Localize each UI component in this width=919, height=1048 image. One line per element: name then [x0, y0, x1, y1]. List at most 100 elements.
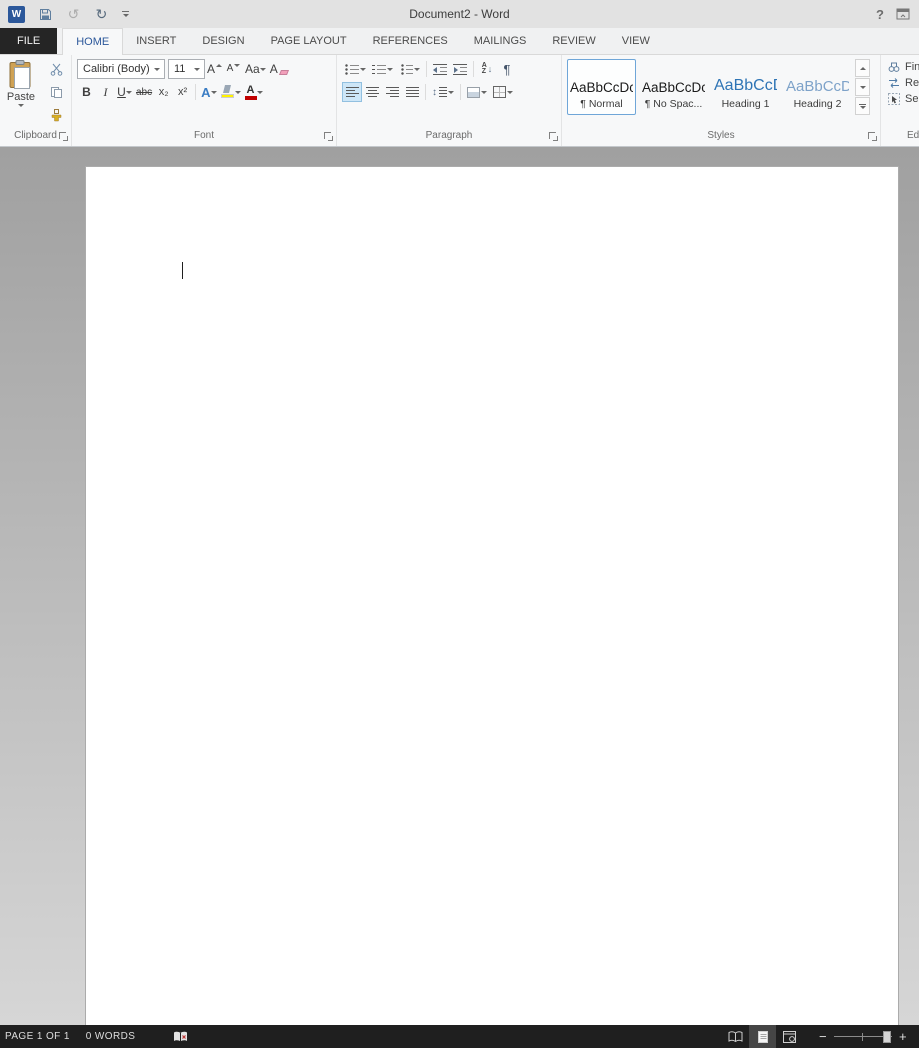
style-name: ¶ No Spac... — [644, 98, 703, 110]
align-center-button[interactable] — [362, 82, 382, 102]
titlebar-controls: ? — [876, 7, 919, 22]
tab-view[interactable]: VIEW — [609, 28, 663, 54]
line-spacing-button[interactable]: ↕ — [429, 82, 457, 102]
style-name: Heading 1 — [721, 98, 770, 110]
borders-button[interactable] — [490, 82, 516, 102]
text-effects-button[interactable]: A — [199, 82, 218, 102]
ribbon-group-paragraph: AZ ↓ ¶ ↕ Paragraph — [337, 55, 562, 146]
replace-button[interactable]: Replace — [888, 77, 919, 89]
tab-design[interactable]: DESIGN — [189, 28, 257, 54]
styles-group-label: Styles — [707, 130, 735, 141]
tab-file[interactable]: FILE — [0, 28, 58, 54]
page-count-label[interactable]: PAGE 1 OF 1 — [0, 1025, 78, 1048]
bullets-button[interactable] — [342, 59, 369, 79]
web-layout-button[interactable] — [776, 1025, 803, 1048]
styles-more-button[interactable] — [855, 97, 870, 115]
font-name-select[interactable]: Calibri (Body) — [77, 59, 165, 79]
increase-icon — [216, 63, 223, 67]
increase-indent-button[interactable] — [450, 59, 470, 79]
scissors-icon — [50, 63, 63, 76]
italic-button[interactable]: I — [96, 82, 115, 102]
style-heading-1[interactable]: AaBbCcD Heading 1 — [711, 59, 780, 115]
tab-page-layout[interactable]: PAGE LAYOUT — [258, 28, 360, 54]
ribbon-display-options-icon[interactable] — [896, 7, 910, 21]
highlight-color-button[interactable] — [219, 82, 243, 102]
align-left-icon — [345, 87, 359, 97]
grow-font-button[interactable]: A — [205, 59, 224, 79]
word-window: Document2 - Word W ↺ ↻ ? FILE HOME INSER… — [0, 0, 919, 1048]
show-formatting-marks-button[interactable]: ¶ — [497, 59, 517, 79]
decrease-icon — [234, 63, 241, 67]
read-mode-icon — [728, 1030, 743, 1042]
ribbon: Paste Clipboard Calibri (Body) 11 A A Aa… — [0, 55, 919, 147]
shrink-font-button[interactable]: A — [224, 59, 243, 79]
format-painter-icon — [51, 108, 62, 121]
paste-button[interactable]: Paste — [0, 55, 42, 129]
align-left-button[interactable] — [342, 82, 362, 102]
divider — [473, 61, 474, 77]
copy-button[interactable] — [47, 84, 67, 100]
tab-references[interactable]: REFERENCES — [360, 28, 461, 54]
chevron-down-icon — [507, 90, 513, 94]
style-normal[interactable]: AaBbCcDc ¶ Normal — [567, 59, 636, 115]
change-case-button[interactable]: Aa — [243, 59, 268, 79]
styles-scroll-down-button[interactable] — [855, 78, 870, 96]
customize-quick-access-button[interactable] — [122, 11, 129, 17]
tab-mailings[interactable]: MAILINGS — [461, 28, 540, 54]
save-button[interactable] — [38, 4, 53, 24]
statusbar-right: − + — [722, 1025, 919, 1048]
font-name-value: Calibri (Body) — [83, 63, 150, 75]
shading-button[interactable] — [464, 82, 490, 102]
help-button[interactable]: ? — [876, 7, 884, 22]
sort-button[interactable]: AZ ↓ — [477, 59, 497, 79]
zoom-slider[interactable] — [834, 1030, 892, 1044]
style-name: Heading 2 — [793, 98, 842, 110]
style-no-spacing[interactable]: AaBbCcDc ¶ No Spac... — [639, 59, 708, 115]
print-layout-button[interactable] — [749, 1025, 776, 1048]
chevron-down-icon — [256, 90, 263, 94]
chevron-down-icon — [151, 67, 162, 71]
read-mode-button[interactable] — [722, 1025, 749, 1048]
font-size-select[interactable]: 11 — [168, 59, 205, 79]
redo-button[interactable]: ↻ — [94, 4, 109, 24]
bold-button[interactable]: B — [77, 82, 96, 102]
proofing-book-icon — [174, 1031, 188, 1041]
style-name: ¶ Normal — [580, 98, 623, 110]
format-painter-button[interactable] — [47, 107, 67, 123]
style-preview: AaBbCcD — [714, 77, 777, 94]
superscript-button[interactable]: x² — [173, 82, 192, 102]
tab-home[interactable]: HOME — [62, 28, 124, 55]
find-button[interactable]: Find — [888, 61, 919, 73]
style-heading-2[interactable]: AaBbCcD Heading 2 — [783, 59, 852, 115]
font-dialog-launcher[interactable] — [324, 132, 333, 141]
divider — [195, 84, 197, 100]
undo-button[interactable]: ↺ — [66, 4, 81, 24]
tab-insert[interactable]: INSERT — [123, 28, 189, 54]
styles-scroll-up-button[interactable] — [855, 59, 870, 77]
styles-dialog-launcher[interactable] — [868, 132, 877, 141]
chevron-down-icon — [122, 14, 129, 17]
select-button[interactable]: Select — [888, 93, 919, 105]
clipboard-dialog-launcher[interactable] — [59, 132, 68, 141]
zoom-in-button[interactable]: + — [899, 1030, 907, 1043]
word-count-label[interactable]: 0 WORDS — [78, 1025, 143, 1048]
tab-review[interactable]: REVIEW — [539, 28, 608, 54]
ribbon-tab-bar: FILE HOME INSERT DESIGN PAGE LAYOUT REFE… — [0, 28, 919, 55]
align-right-button[interactable] — [382, 82, 402, 102]
zoom-slider-thumb[interactable] — [883, 1030, 891, 1043]
clear-formatting-button[interactable]: A — [268, 59, 290, 79]
paragraph-dialog-launcher[interactable] — [549, 132, 558, 141]
strikethrough-button[interactable]: abc — [134, 82, 154, 102]
document-page[interactable] — [85, 166, 899, 1025]
decrease-indent-button[interactable] — [430, 59, 450, 79]
numbering-button[interactable] — [369, 59, 396, 79]
underline-button[interactable]: U — [115, 82, 134, 102]
font-color-button[interactable]: A — [243, 82, 265, 102]
zoom-out-button[interactable]: − — [819, 1030, 827, 1043]
proofing-status-button[interactable] — [165, 1025, 196, 1048]
decrease-indent-icon — [433, 63, 447, 75]
justify-button[interactable] — [402, 82, 422, 102]
multilevel-list-button[interactable] — [396, 59, 423, 79]
subscript-button[interactable]: x₂ — [154, 82, 173, 102]
cut-button[interactable] — [47, 61, 67, 77]
